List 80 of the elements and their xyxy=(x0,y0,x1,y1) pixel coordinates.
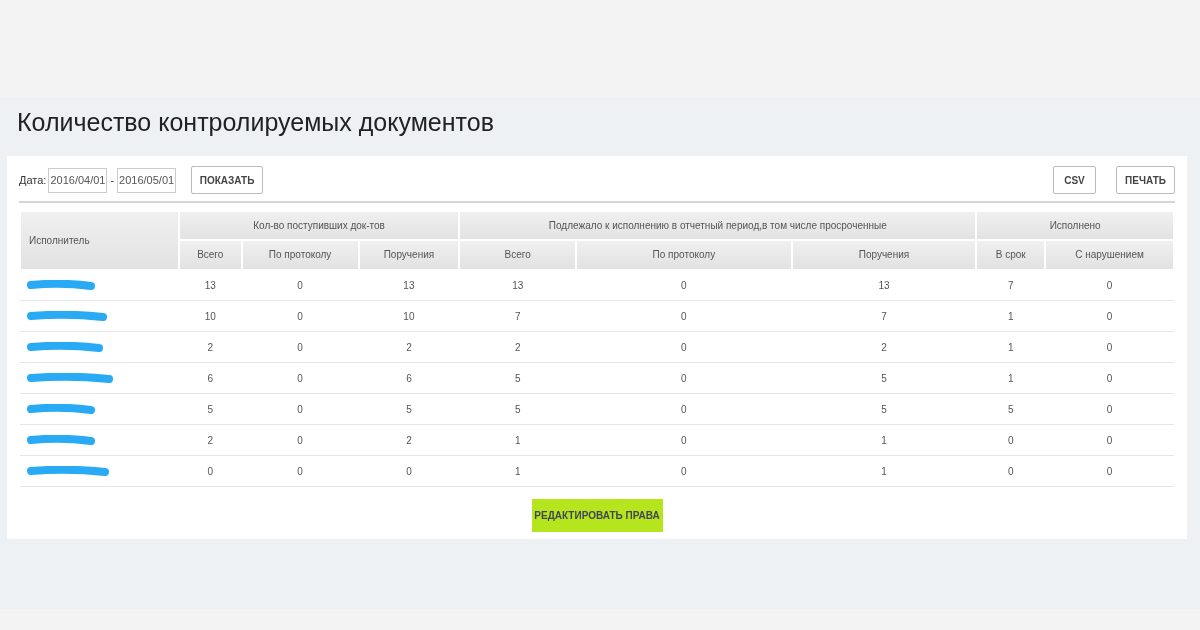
table-cell: 5 xyxy=(791,362,977,394)
table-cell: 6 xyxy=(178,362,242,394)
column-header: Поручения xyxy=(791,239,977,270)
table-cell: 7 xyxy=(976,269,1046,301)
table-cell: 2 xyxy=(178,331,242,363)
table-cell: 0 xyxy=(358,455,460,487)
column-header: Исполнитель xyxy=(20,210,179,270)
table-cell: 0 xyxy=(178,455,242,487)
table-cell: 0 xyxy=(241,300,359,332)
table-cell: 0 xyxy=(241,269,359,301)
date-from-field[interactable]: 2016/04/01 xyxy=(48,167,108,193)
table-cell: 0 xyxy=(1045,362,1174,394)
table-cell: 2 xyxy=(459,331,577,363)
table-cell: 10 xyxy=(178,300,242,332)
column-group-header: Кол-во поступивших док-тов xyxy=(178,210,460,240)
csv-button[interactable]: CSV xyxy=(1053,166,1096,194)
table-cell: 1 xyxy=(976,300,1046,332)
table-cell: 5 xyxy=(178,393,242,425)
print-button[interactable]: ПЕЧАТЬ xyxy=(1116,166,1175,194)
table-cell: 13 xyxy=(178,269,242,301)
table-cell: 0 xyxy=(976,455,1046,487)
table-cell: 0 xyxy=(976,424,1046,456)
column-header: По протоколу xyxy=(576,239,792,270)
column-header: По протоколу xyxy=(241,239,359,270)
edit-rights-button[interactable]: РЕДАКТИРОВАТЬ ПРАВА xyxy=(531,499,663,532)
table-cell: 13 xyxy=(459,269,577,301)
date-to-field[interactable]: 2016/05/01 xyxy=(117,167,177,193)
table-cell: 0 xyxy=(241,362,359,394)
table-cell: 0 xyxy=(1045,424,1174,456)
table-cell: 2 xyxy=(358,424,460,456)
table-cell: 1 xyxy=(459,455,577,487)
redaction-scribble xyxy=(26,280,96,291)
table-cell: 0 xyxy=(1045,455,1174,487)
table-cell: 0 xyxy=(1045,393,1174,425)
column-header: Всего xyxy=(178,239,242,270)
table-cell: 5 xyxy=(459,362,577,394)
date-separator: - xyxy=(110,172,115,188)
redaction-scribble xyxy=(26,435,96,445)
table-cell: 0 xyxy=(241,455,359,487)
show-button[interactable]: ПОКАЗАТЬ xyxy=(191,166,264,194)
table-cell: 0 xyxy=(241,393,359,425)
column-header: С нарушением xyxy=(1045,239,1174,270)
table-cell: 5 xyxy=(976,393,1046,425)
table-cell: 2 xyxy=(358,331,460,363)
table-cell: 0 xyxy=(576,269,792,301)
table-cell: 0 xyxy=(1045,300,1174,332)
column-header: Всего xyxy=(459,239,577,270)
table-cell: 1 xyxy=(976,362,1046,394)
table-cell: 0 xyxy=(1045,269,1174,301)
redaction-scribble xyxy=(26,404,96,414)
column-header: В срок xyxy=(976,239,1046,270)
table-cell: 7 xyxy=(791,300,977,332)
table-cell: 1 xyxy=(791,424,977,456)
table-cell: 0 xyxy=(241,331,359,363)
table-cell: 5 xyxy=(358,393,460,425)
table-cell: 0 xyxy=(576,424,792,456)
table-cell: 1 xyxy=(791,455,977,487)
page-title: Количество контролируемых документов xyxy=(17,107,494,138)
table-cell: 13 xyxy=(358,269,460,301)
table-cell: 10 xyxy=(358,300,460,332)
table-cell: 5 xyxy=(459,393,577,425)
table-cell: 7 xyxy=(459,300,577,332)
table-cell: 2 xyxy=(791,331,977,363)
column-header: Поручения xyxy=(358,239,460,270)
table-cell: 13 xyxy=(791,269,977,301)
table-cell: 2 xyxy=(178,424,242,456)
date-label: Дата: xyxy=(19,172,47,188)
table-cell: 1 xyxy=(976,331,1046,363)
table-cell: 1 xyxy=(459,424,577,456)
table-cell: 0 xyxy=(576,393,792,425)
table-cell: 6 xyxy=(358,362,460,394)
table-cell: 0 xyxy=(1045,331,1174,363)
table-cell: 5 xyxy=(791,393,977,425)
table-cell: 0 xyxy=(241,424,359,456)
table-cell: 0 xyxy=(576,331,792,363)
column-group-header: Подлежало к исполнению в отчетный период,в том числе просроченные xyxy=(459,210,977,240)
column-group-header: Исполнено xyxy=(976,210,1174,240)
table-cell: 0 xyxy=(576,362,792,394)
table-cell: 0 xyxy=(576,300,792,332)
table-cell: 0 xyxy=(576,455,792,487)
